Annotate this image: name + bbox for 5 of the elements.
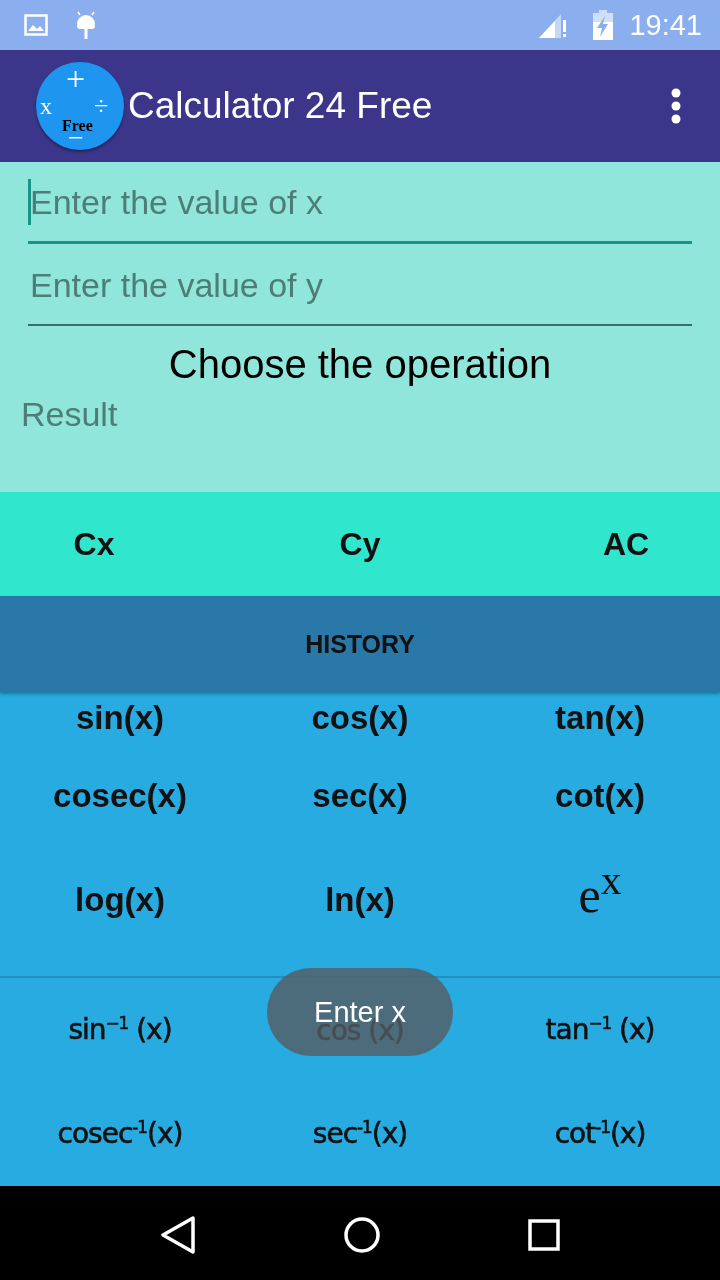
app-title: Calculator 24 Free [128, 85, 433, 127]
result-label: Result [21, 395, 119, 434]
app-logo: + x ÷ Free − [36, 62, 124, 150]
clock-time: 19:41 [629, 8, 702, 42]
operation-prompt: Choose the operation [167, 342, 553, 387]
